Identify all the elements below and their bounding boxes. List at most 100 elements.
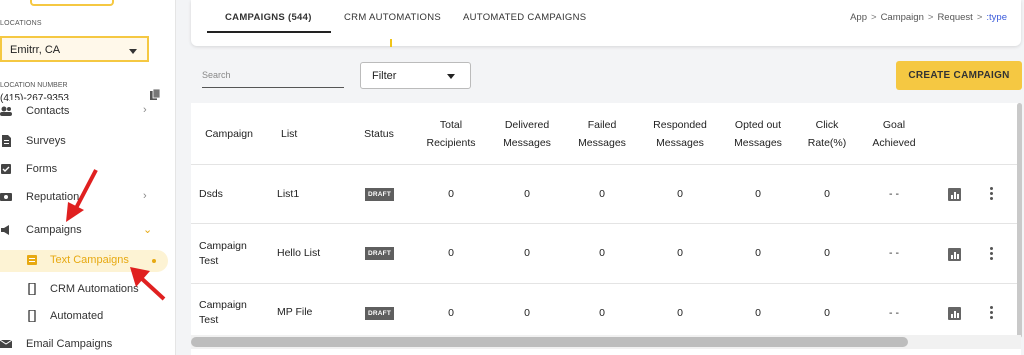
responded-messages: 0 [677,307,683,319]
location-value: Emitrr, CA [10,44,61,56]
chevron-down-icon: ⌄ [143,224,153,236]
location-label: LOCATIONS [0,20,42,27]
column-header: Failed Messages [578,118,626,149]
column-header: Click Rate(%) [807,118,847,149]
column-header: Status [364,127,394,140]
responded-messages: 0 [677,188,683,200]
campaign-name[interactable]: Dsds [199,188,223,200]
megaphone-icon [1,225,9,235]
failed-messages: 0 [599,188,605,200]
column-header: Delivered Messages [503,118,551,149]
copy-icon[interactable] [150,89,160,101]
campaigns-table: Campaign List Status Total Recipients De… [191,103,1021,355]
status-badge: DRAFT [365,307,395,320]
phone-icon [28,283,36,295]
filter-select[interactable]: Filter [360,62,471,89]
search-field[interactable] [202,64,344,88]
click-rate: 0 [824,188,830,200]
active-tab-indicator [207,31,331,33]
column-header: Goal Achieved [872,118,916,149]
location-select[interactable]: Emitrr, CA [0,36,149,62]
sidebar-item-label: Automated [50,310,104,322]
failed-messages: 0 [599,307,605,319]
chevron-right-icon: › [143,190,147,202]
text-campaign-icon [27,255,37,265]
caret-down-icon [447,74,455,79]
sidebar-item-label: Contacts [26,105,70,117]
overlap-mask [10,100,70,106]
tab-campaigns[interactable]: CAMPAIGNS (544) [225,12,312,23]
bar-chart-icon[interactable] [948,307,961,320]
failed-messages: 0 [599,247,605,259]
phone-icon [28,310,36,322]
opted-out-messages: 0 [755,307,761,319]
status-badge: DRAFT [365,247,395,260]
divider [191,164,1021,165]
caret-down-icon [129,49,137,54]
column-header: List [281,127,298,140]
click-rate: 0 [824,307,830,319]
opted-out-messages: 0 [755,188,761,200]
sidebar-item-email-campaigns[interactable]: Email Campaigns [0,334,175,355]
goal-achieved: - - [889,247,899,259]
filter-label: Filter [372,70,397,82]
responded-messages: 0 [677,247,683,259]
campaign-name[interactable]: Campaign Test [199,239,247,269]
survey-icon [2,135,11,147]
reputation-icon [0,193,12,201]
more-vert-icon[interactable] [990,187,994,201]
opted-out-messages: 0 [755,247,761,259]
delivered-messages: 0 [524,307,530,319]
horizontal-scrollbar[interactable] [191,337,908,347]
sidebar-item-label: Surveys [26,135,66,147]
sidebar-item-label: Forms [26,163,58,175]
bar-chart-icon[interactable] [948,188,961,201]
total-recipients: 0 [448,188,454,200]
goal-achieved: - - [889,307,899,319]
breadcrumb-item[interactable]: App [850,12,867,23]
column-header: Responded Messages [653,118,707,149]
breadcrumb: App > Campaign > Request >:type [850,12,1007,23]
contacts-icon [0,106,12,116]
actions-header [929,103,1021,164]
annotation-arrow-icon [66,169,98,222]
breadcrumb-item: :type [986,12,1007,23]
column-header: Total Recipients [426,118,476,149]
sidebar-item-label: Email Campaigns [26,338,113,350]
campaign-name[interactable]: Campaign Test [199,298,247,328]
status-badge: DRAFT [365,188,395,201]
forms-icon [1,164,11,174]
breadcrumb-item[interactable]: Campaign [881,12,924,23]
search-input[interactable] [202,70,344,80]
divider [191,283,1021,284]
column-header: Campaign [205,127,253,140]
sidebar-item-automated[interactable]: Automated [0,306,175,328]
list-name: MP File [277,306,313,318]
more-vert-icon[interactable] [990,247,994,261]
tab-marker [390,39,392,47]
goal-achieved: - - [889,188,899,200]
total-recipients: 0 [448,307,454,319]
column-header: Opted out Messages [734,118,782,149]
breadcrumb-item[interactable]: Request [937,12,972,23]
chevron-right-icon: › [143,104,147,116]
divider [191,223,1021,224]
tabs-header: CAMPAIGNS (544) CRM AUTOMATIONS AUTOMATE… [191,0,1021,47]
sidebar: LOCATIONS Emitrr, CA LOCATION NUMBER (41… [0,0,176,355]
vertical-scrollbar[interactable] [1017,103,1022,338]
list-name: Hello List [277,247,321,259]
total-recipients: 0 [448,247,454,259]
delivered-messages: 0 [524,247,530,259]
annotation-arrow-icon [130,267,166,301]
click-rate: 0 [824,247,830,259]
create-campaign-button[interactable]: CREATE CAMPAIGN [896,61,1022,90]
email-icon [0,339,12,348]
bar-chart-icon[interactable] [948,248,961,261]
sidebar-item-surveys[interactable]: Surveys [0,131,175,153]
more-vert-icon[interactable] [990,306,994,320]
sidebar-top-button[interactable] [30,0,114,6]
tab-crm-automations[interactable]: CRM AUTOMATIONS [344,12,441,23]
list-name: List1 [277,188,300,200]
delivered-messages: 0 [524,188,530,200]
tab-automated-campaigns[interactable]: AUTOMATED CAMPAIGNS [463,12,586,23]
